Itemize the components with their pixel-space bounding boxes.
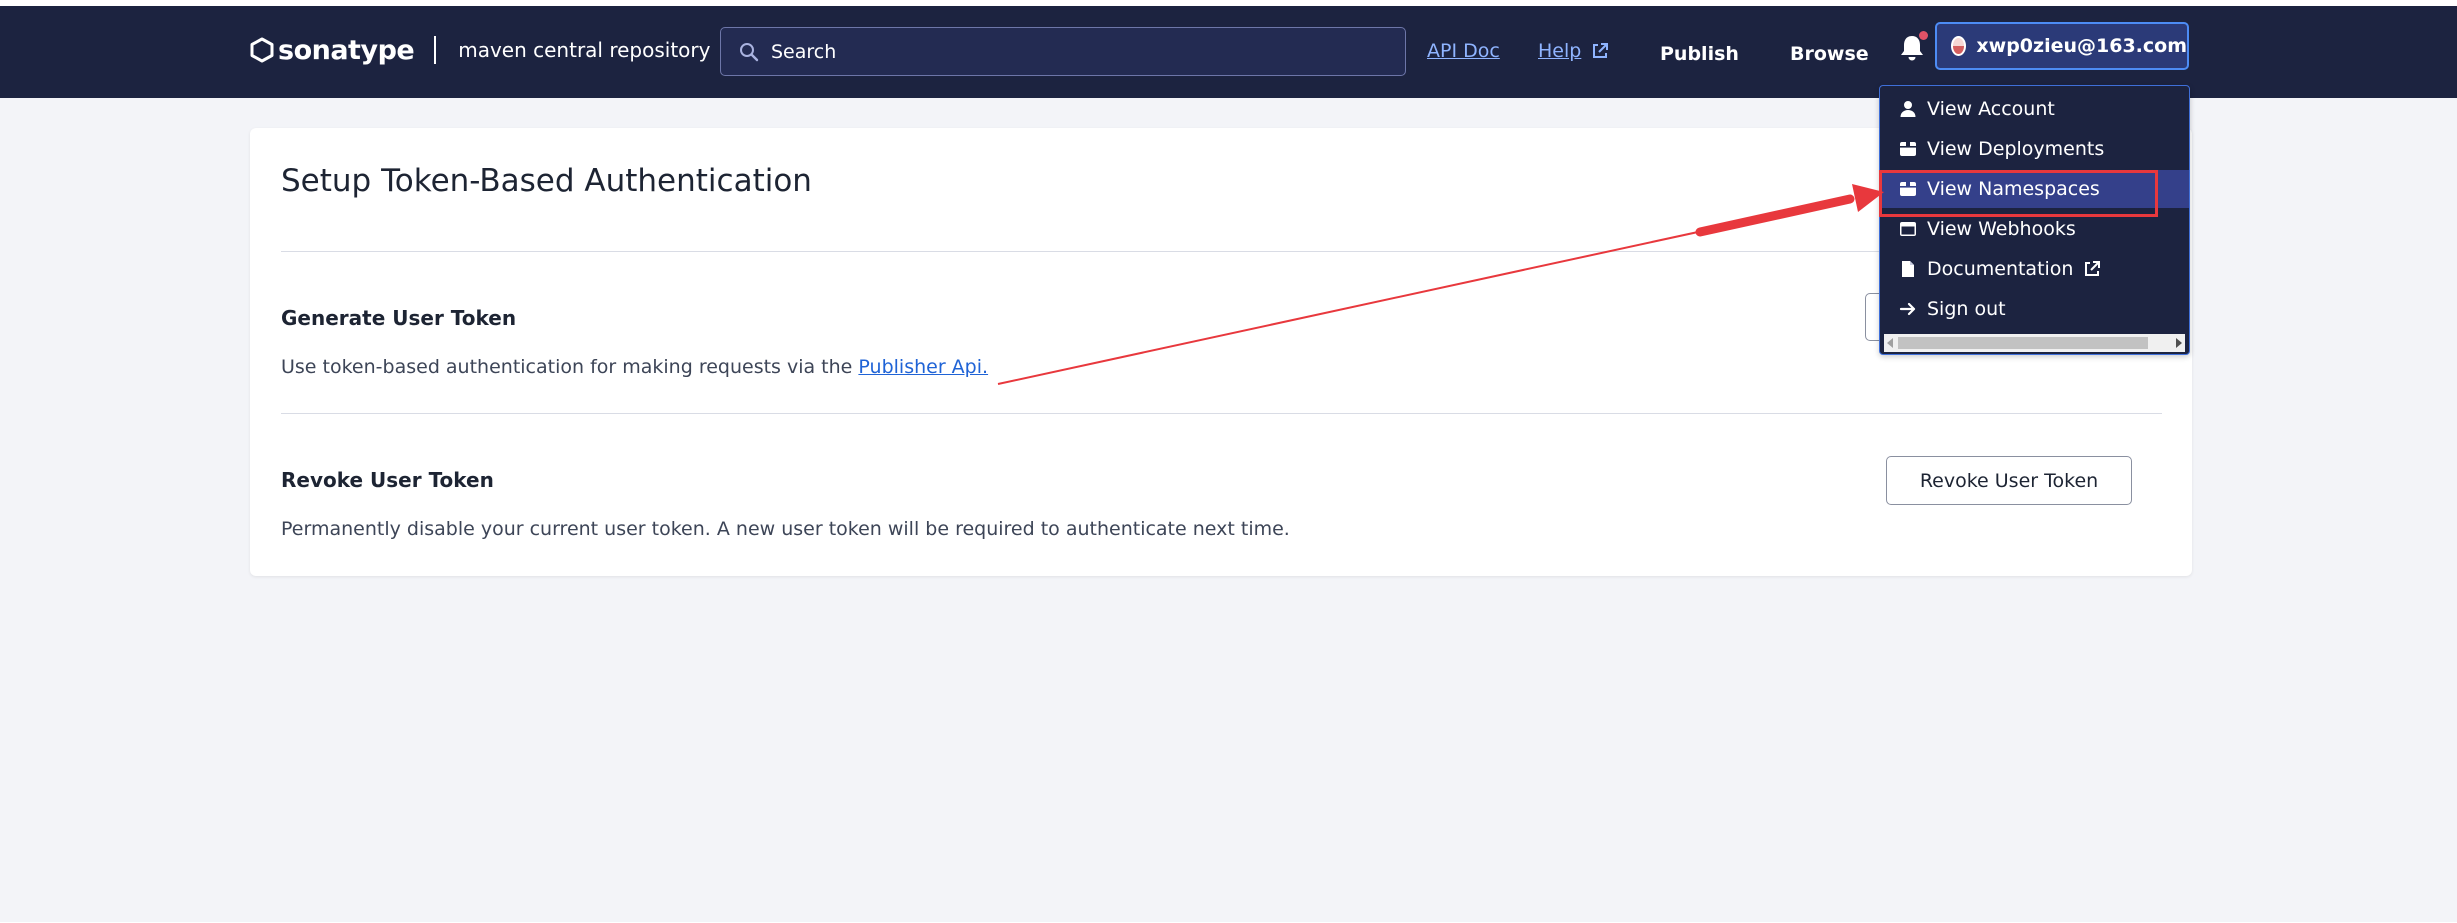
account-dropdown-menu: View Account View Deployments View Names… bbox=[1879, 85, 2190, 355]
page-title: Setup Token-Based Authentication bbox=[281, 163, 812, 199]
menu-item-label: View Webhooks bbox=[1927, 218, 2076, 240]
menu-item-label: Sign out bbox=[1927, 298, 2006, 320]
window-icon bbox=[1900, 222, 1916, 236]
revoke-token-button[interactable]: Revoke User Token bbox=[1886, 456, 2132, 505]
nav-help-label: Help bbox=[1538, 40, 1582, 62]
external-link-icon bbox=[1593, 43, 1609, 58]
package-icon bbox=[1900, 142, 1916, 156]
scroll-right-arrow-icon[interactable] bbox=[2176, 338, 2182, 348]
generate-token-description: Use token-based authentication for makin… bbox=[281, 356, 988, 378]
menu-item-view-account[interactable]: View Account bbox=[1880, 90, 2189, 128]
nav-help-link[interactable]: Help bbox=[1538, 40, 1609, 62]
annotation-highlight-box bbox=[1879, 170, 2158, 217]
search-input[interactable] bbox=[771, 40, 1371, 63]
file-icon bbox=[1902, 261, 1914, 277]
scrollbar-thumb[interactable] bbox=[1898, 337, 2148, 349]
external-link-icon bbox=[2085, 261, 2101, 276]
nav-api-doc-link[interactable]: API Doc bbox=[1427, 40, 1500, 62]
divider bbox=[281, 413, 2162, 414]
logo-text: sonatype bbox=[278, 34, 415, 66]
menu-item-label: Documentation bbox=[1927, 258, 2074, 280]
menu-item-view-deployments[interactable]: View Deployments bbox=[1880, 130, 2189, 168]
menu-item-documentation[interactable]: Documentation bbox=[1880, 250, 2189, 288]
horizontal-scrollbar[interactable] bbox=[1884, 334, 2185, 352]
arrow-right-icon bbox=[1899, 302, 1916, 316]
logo-separator bbox=[434, 36, 437, 64]
account-menu-button[interactable]: xwp0zieu@163.com bbox=[1935, 22, 2189, 70]
revoke-token-description: Permanently disable your current user to… bbox=[281, 518, 1290, 540]
scroll-left-arrow-icon[interactable] bbox=[1887, 338, 1893, 348]
revoke-token-title: Revoke User Token bbox=[281, 468, 494, 492]
user-icon bbox=[1900, 101, 1916, 117]
generate-token-title: Generate User Token bbox=[281, 306, 517, 330]
hexagon-logo-icon bbox=[250, 37, 274, 63]
search-box[interactable] bbox=[720, 27, 1406, 76]
menu-item-label: View Account bbox=[1927, 98, 2055, 120]
nav-browse[interactable]: Browse bbox=[1790, 43, 1869, 65]
menu-item-sign-out[interactable]: Sign out bbox=[1880, 290, 2189, 328]
menu-item-label: View Deployments bbox=[1927, 138, 2105, 160]
publisher-api-link[interactable]: Publisher Api. bbox=[858, 356, 988, 378]
logo-subtitle: maven central repository bbox=[458, 38, 711, 62]
search-icon bbox=[740, 42, 759, 61]
notification-dot bbox=[1919, 31, 1928, 40]
generate-token-desc-text: Use token-based authentication for makin… bbox=[281, 356, 859, 378]
sonatype-logo[interactable]: sonatype maven central repository bbox=[250, 30, 710, 70]
account-email: xwp0zieu@163.com bbox=[1976, 35, 2187, 57]
nav-publish[interactable]: Publish bbox=[1660, 43, 1739, 65]
avatar bbox=[1951, 36, 1967, 56]
